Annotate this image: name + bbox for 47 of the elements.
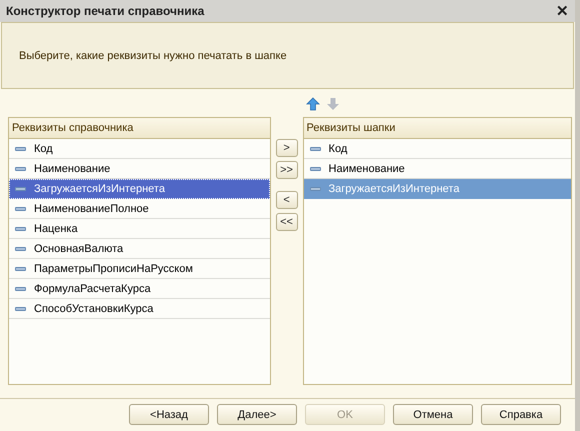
item-label: Наименование bbox=[328, 162, 405, 174]
item-label: ПараметрыПрописиНаРусском bbox=[34, 262, 193, 274]
list-item[interactable]: ПараметрыПрописиНаРусском bbox=[9, 259, 270, 279]
list-item[interactable]: Наценка bbox=[9, 219, 270, 239]
field-icon bbox=[15, 186, 26, 190]
transfer-button[interactable]: << bbox=[276, 213, 298, 231]
item-label: Наименование bbox=[34, 162, 110, 174]
item-label: СпособУстановкиКурса bbox=[34, 302, 154, 314]
field-icon bbox=[310, 186, 321, 190]
field-icon bbox=[15, 246, 26, 250]
field-icon bbox=[15, 306, 26, 310]
close-button[interactable]: ✕ bbox=[556, 2, 569, 20]
field-icon bbox=[15, 166, 26, 170]
item-label: НаименованиеПолное bbox=[34, 202, 149, 214]
item-label: ЗагружаетсяИзИнтернета bbox=[328, 182, 460, 194]
list-item[interactable]: Код bbox=[9, 139, 270, 159]
transfer-button[interactable]: > bbox=[276, 139, 298, 157]
list-item[interactable]: ФормулаРасчетаКурса bbox=[9, 279, 270, 299]
list-item[interactable]: СпособУстановкиКурса bbox=[9, 299, 270, 319]
field-icon bbox=[15, 226, 26, 230]
transfer-button[interactable]: < bbox=[276, 191, 298, 209]
dialog-button[interactable]: Справка bbox=[481, 404, 561, 425]
item-label: ФормулаРасчетаКурса bbox=[34, 282, 151, 294]
item-label: ОсновнаяВалюта bbox=[34, 242, 124, 254]
list-item[interactable]: ОсновнаяВалюта bbox=[9, 239, 270, 259]
window-title: Конструктор печати справочника bbox=[6, 4, 204, 18]
field-icon bbox=[15, 206, 26, 210]
field-icon bbox=[15, 286, 26, 290]
field-icon bbox=[15, 146, 26, 150]
item-label: Наценка bbox=[34, 222, 78, 234]
list-item[interactable]: ЗагружаетсяИзИнтернета bbox=[9, 179, 270, 199]
list-item[interactable]: Код bbox=[304, 139, 571, 159]
transfer-button[interactable]: >> bbox=[276, 161, 298, 179]
field-icon bbox=[310, 166, 321, 170]
field-icon bbox=[310, 146, 321, 150]
list-header: Реквизиты шапки bbox=[304, 118, 571, 139]
move-up-button[interactable] bbox=[306, 97, 320, 111]
dialog-button[interactable]: Далее> bbox=[217, 404, 297, 425]
item-label: Код bbox=[34, 142, 53, 154]
dialog-button[interactable]: Отмена bbox=[393, 404, 473, 425]
list-header: Реквизиты справочника bbox=[9, 118, 270, 139]
list-item[interactable]: НаименованиеПолное bbox=[9, 199, 270, 219]
instruction-text: Выберите, какие реквизиты нужно печатать в шапке bbox=[19, 50, 287, 62]
item-label: Код bbox=[328, 142, 348, 154]
dialog-button[interactable]: <Назад bbox=[129, 404, 209, 425]
field-icon bbox=[15, 266, 26, 270]
item-label: ЗагружаетсяИзИнтернета bbox=[34, 182, 165, 194]
